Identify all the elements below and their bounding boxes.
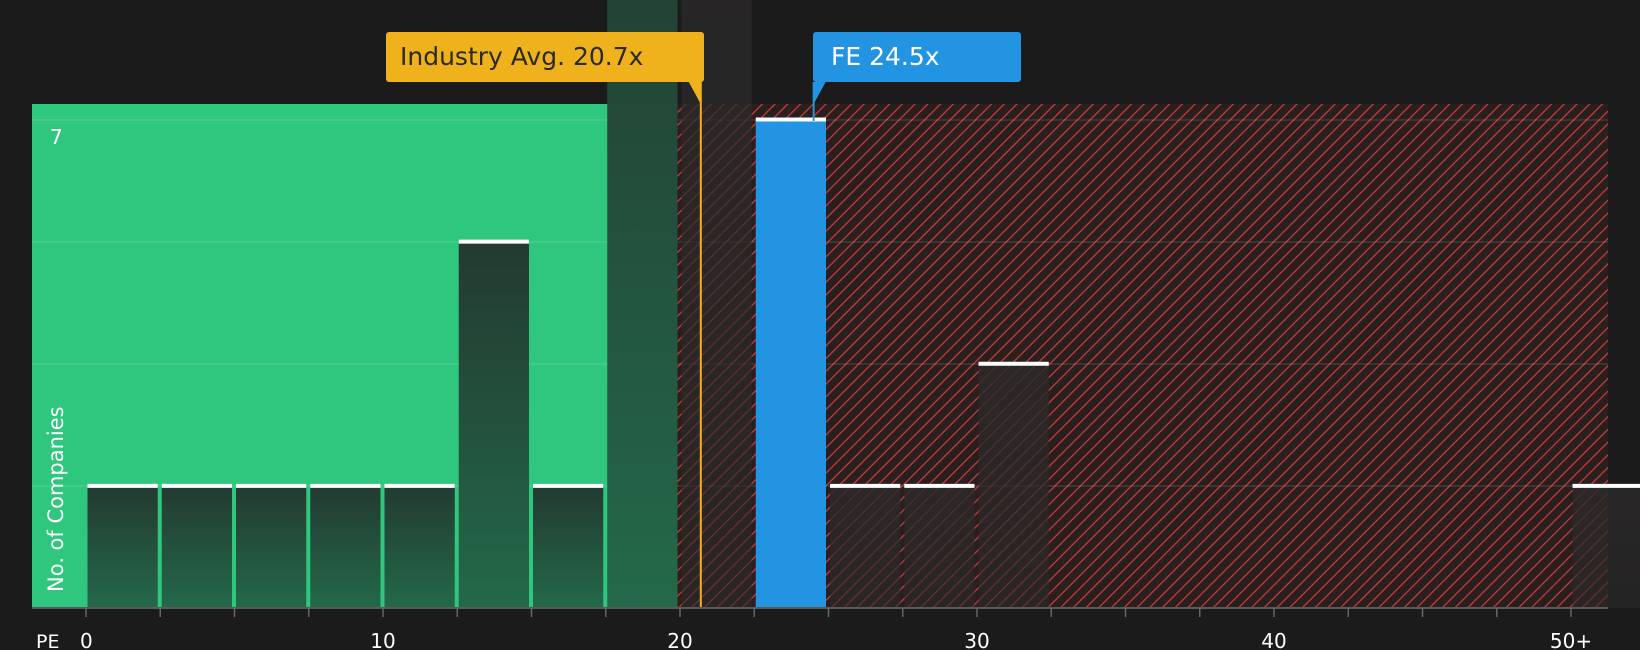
- histogram-bar: [533, 485, 604, 608]
- industry-average-label: Industry Avg. 20.7x: [400, 42, 644, 71]
- histogram-bar: [87, 485, 158, 608]
- histogram-bar: [458, 241, 529, 608]
- histogram-bar-top: [384, 483, 455, 488]
- histogram-bar-top: [904, 483, 975, 488]
- x-tick-label: 0: [80, 629, 93, 650]
- x-tick-label: 10: [370, 629, 395, 650]
- histogram-bar: [310, 485, 381, 608]
- histogram-bar-top: [458, 239, 529, 244]
- x-tick-label: 20: [667, 629, 692, 650]
- company-callout-pointer: [813, 82, 826, 104]
- histogram-bar: [1572, 485, 1640, 608]
- histogram-bar: [236, 485, 307, 608]
- y-tick-label: 7: [50, 125, 63, 149]
- histogram-bar: [904, 485, 975, 608]
- histogram-bar: [607, 0, 678, 608]
- y-axis-label: No. of Companies: [44, 406, 68, 592]
- histogram-bar-top: [1572, 483, 1640, 488]
- histogram-bar-top: [978, 361, 1049, 366]
- x-tick-label: 40: [1261, 629, 1286, 650]
- histogram-bar-top: [236, 483, 307, 488]
- x-tick-label: 30: [964, 629, 989, 650]
- histogram-bar: [830, 485, 901, 608]
- histogram-bar: [978, 363, 1049, 608]
- histogram-bar-top: [533, 483, 604, 488]
- x-tick-label: 50+: [1550, 629, 1592, 650]
- histogram-bar-top: [310, 483, 381, 488]
- histogram-bar: [755, 119, 826, 609]
- pe-distribution-chart: 0 10 20 30 40 50+ PE 7 No. of Companies: [32, 0, 1640, 650]
- industry-average-callout: Industry Avg. 20.7x: [386, 32, 704, 82]
- histogram-bar: [384, 485, 455, 608]
- histogram-bar-top: [755, 117, 826, 122]
- histogram-bar: [681, 0, 752, 608]
- histogram-bar: [161, 485, 232, 608]
- histogram-bar-top: [87, 483, 158, 488]
- company-pe-label: FE 24.5x: [831, 42, 940, 71]
- histogram-bar-top: [161, 483, 232, 488]
- histogram-bar-top: [830, 483, 901, 488]
- company-pe-callout: FE 24.5x: [813, 32, 1021, 82]
- x-axis-label: PE: [36, 631, 59, 650]
